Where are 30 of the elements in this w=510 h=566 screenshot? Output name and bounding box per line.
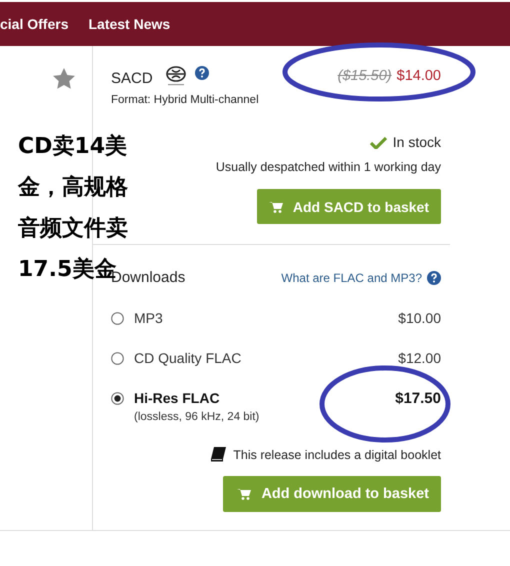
help-icon[interactable] bbox=[194, 66, 209, 80]
format-note: Format: Hybrid Multi-channel bbox=[111, 94, 259, 106]
despatch-note: Usually despatched within 1 working day bbox=[214, 160, 441, 174]
nav-link[interactable]: Latest News bbox=[88, 16, 170, 32]
help-link[interactable]: What are FLAC and MP3? bbox=[281, 270, 422, 284]
help-icon[interactable] bbox=[427, 270, 441, 284]
check-icon bbox=[370, 136, 387, 148]
annotation-text: 音频文件卖 bbox=[18, 214, 128, 243]
annotation-text: CD卖14美 bbox=[18, 132, 128, 161]
nav-link[interactable]: cial Offers bbox=[0, 16, 68, 32]
radio-button[interactable] bbox=[111, 312, 124, 325]
book-icon bbox=[210, 447, 226, 462]
old-price: ($15.50) bbox=[338, 68, 392, 84]
format-name: SACD bbox=[111, 69, 153, 87]
price: $14.00 bbox=[396, 68, 441, 84]
option-name: MP3 bbox=[134, 310, 164, 326]
stock-status: In stock bbox=[392, 134, 441, 150]
star-icon[interactable] bbox=[53, 68, 75, 89]
annotation-text: 金，高规格 bbox=[18, 174, 128, 202]
option-price: $10.00 bbox=[398, 310, 441, 326]
option-name: Hi-Res FLAC bbox=[134, 390, 221, 406]
option-price: $17.50 bbox=[395, 390, 441, 407]
option-detail: (lossless, 96 kHz, 24 bit) bbox=[134, 411, 260, 423]
radio-button[interactable] bbox=[111, 352, 124, 365]
option-price: $12.00 bbox=[398, 350, 441, 366]
cart-icon bbox=[268, 200, 283, 212]
booklet-note: This release includes a digital booklet bbox=[233, 448, 441, 462]
radio-button[interactable] bbox=[111, 392, 124, 405]
cart-icon bbox=[237, 488, 252, 500]
option-name: CD Quality FLAC bbox=[134, 350, 242, 366]
